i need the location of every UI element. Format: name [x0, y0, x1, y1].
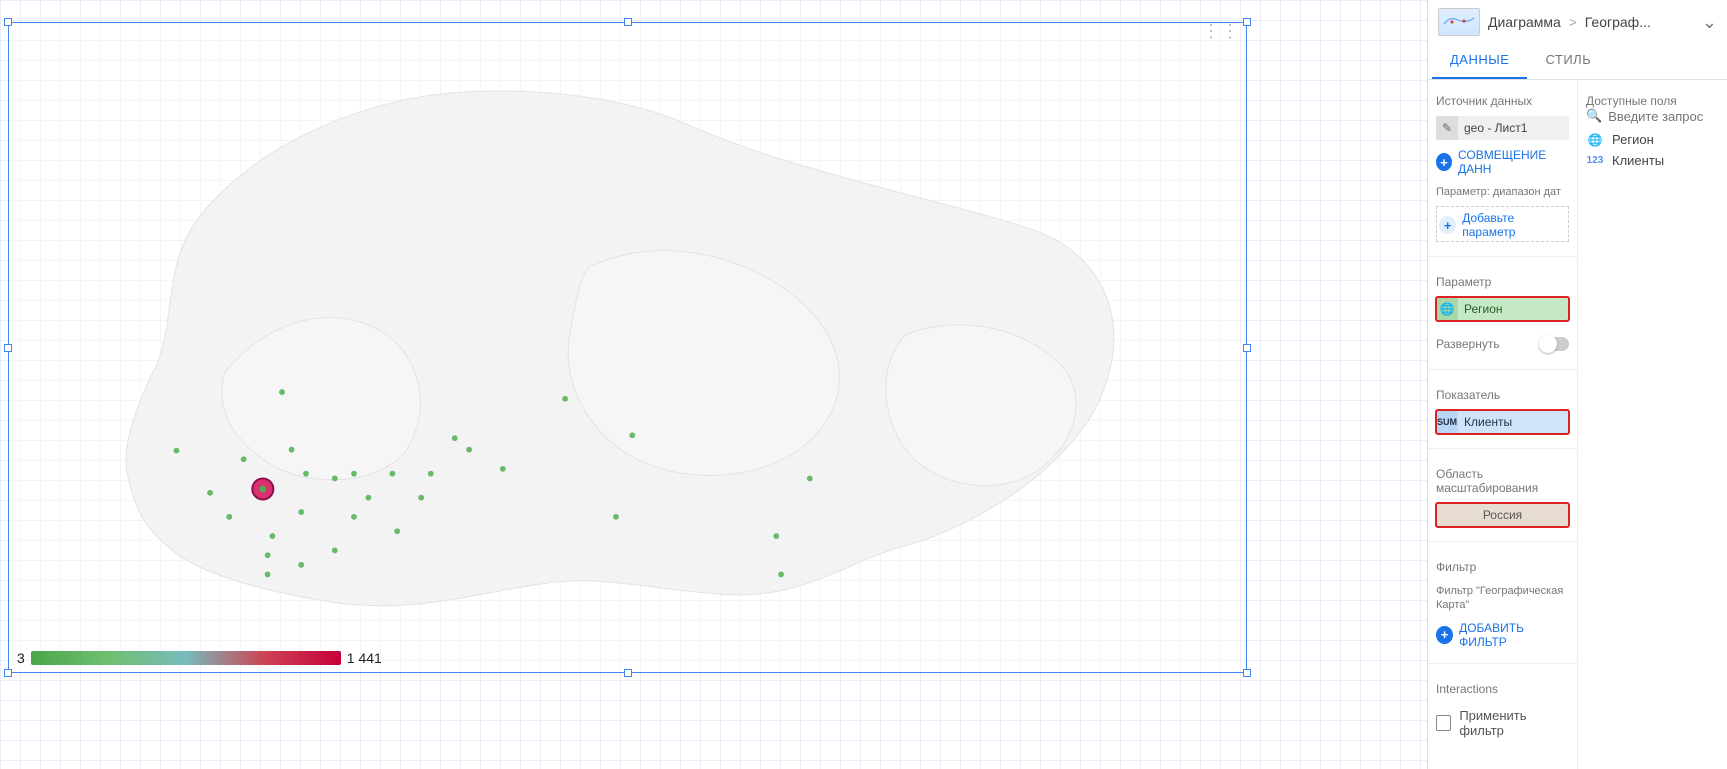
add-param-dropzone[interactable]: + Добавьте параметр: [1436, 206, 1569, 242]
interactions-label: Interactions: [1436, 682, 1569, 696]
resize-handle[interactable]: [4, 18, 12, 26]
resize-handle[interactable]: [1243, 18, 1251, 26]
filter-desc: Фильтр "Географическая Карта": [1436, 584, 1569, 613]
plus-icon: +: [1436, 626, 1453, 644]
resize-handle[interactable]: [624, 18, 632, 26]
date-range-label: Параметр: диапазон дат: [1436, 186, 1569, 198]
tab-style[interactable]: СТИЛЬ: [1527, 42, 1609, 79]
properties-sidebar: Диаграмма > Географ... ⌄ ДАННЫЕ СТИЛЬ Ис…: [1427, 0, 1727, 769]
chevron-down-icon[interactable]: ⌄: [1702, 12, 1717, 33]
agg-badge: SUM: [1436, 410, 1458, 434]
breadcrumb[interactable]: Диаграмма > Географ...: [1488, 14, 1694, 30]
field-region[interactable]: 🌐 Регион: [1586, 132, 1719, 147]
available-fields-label: Доступные поля: [1586, 94, 1719, 108]
more-options-icon[interactable]: ⋮⋮: [1202, 27, 1240, 36]
field-search-input[interactable]: [1608, 109, 1719, 124]
dimension-label: Параметр: [1436, 275, 1569, 289]
sidebar-tabs: ДАННЫЕ СТИЛЬ: [1428, 42, 1727, 80]
geo-map-chart[interactable]: [17, 37, 1238, 632]
number-icon: 123: [1586, 155, 1604, 166]
plus-icon: +: [1436, 153, 1452, 171]
field-search[interactable]: 🔍: [1586, 108, 1719, 124]
resize-handle[interactable]: [1243, 669, 1251, 677]
resize-handle[interactable]: [4, 344, 12, 352]
legend-min: 3: [17, 650, 25, 666]
add-filter-button[interactable]: + ДОБАВИТЬ ФИЛЬТР: [1436, 621, 1569, 649]
resize-handle[interactable]: [1243, 344, 1251, 352]
blend-data-button[interactable]: + СОВМЕЩЕНИЕ ДАНН: [1436, 148, 1569, 176]
chart-selection-frame[interactable]: ⋮⋮ 3 1 441: [8, 22, 1247, 673]
resize-handle[interactable]: [624, 669, 632, 677]
chart-type-thumb-icon[interactable]: [1438, 8, 1480, 36]
available-fields-panel: Доступные поля 🔍 🌐 Регион 123 Клиенты: [1578, 80, 1727, 769]
drilldown-toggle[interactable]: [1539, 337, 1569, 351]
canvas-area[interactable]: ⋮⋮ 3 1 441: [0, 0, 1427, 769]
drilldown-label: Развернуть: [1436, 337, 1500, 351]
zoom-area-chip[interactable]: Россия: [1436, 503, 1569, 527]
tab-data[interactable]: ДАННЫЕ: [1432, 42, 1527, 79]
color-legend: 3 1 441: [17, 650, 382, 666]
filter-label: Фильтр: [1436, 560, 1569, 574]
field-clients[interactable]: 123 Клиенты: [1586, 153, 1719, 168]
plus-icon: +: [1439, 216, 1456, 234]
data-source-chip[interactable]: ✎ geo - Лист1: [1436, 116, 1569, 140]
sidebar-header: Диаграмма > Географ... ⌄: [1428, 0, 1727, 42]
metric-chip[interactable]: SUM Клиенты: [1436, 410, 1569, 434]
dimension-chip[interactable]: 🌐 Регион: [1436, 297, 1569, 321]
globe-icon: 🌐: [1436, 297, 1458, 321]
search-icon: 🔍: [1586, 108, 1602, 124]
zoom-area-label: Область масштабирования: [1436, 467, 1569, 495]
apply-filter-checkbox-row[interactable]: Применить фильтр: [1436, 708, 1569, 738]
pencil-icon: ✎: [1436, 116, 1458, 140]
legend-max: 1 441: [347, 650, 382, 666]
resize-handle[interactable]: [4, 669, 12, 677]
add-param-button[interactable]: + Добавьте параметр: [1439, 211, 1566, 239]
data-config-panel: Источник данных ✎ geo - Лист1 + СОВМЕЩЕН…: [1428, 80, 1578, 769]
globe-icon: 🌐: [1586, 133, 1604, 147]
checkbox[interactable]: [1436, 715, 1451, 731]
data-source-label: Источник данных: [1436, 94, 1569, 108]
metric-label: Показатель: [1436, 388, 1569, 402]
legend-gradient: [31, 651, 341, 665]
